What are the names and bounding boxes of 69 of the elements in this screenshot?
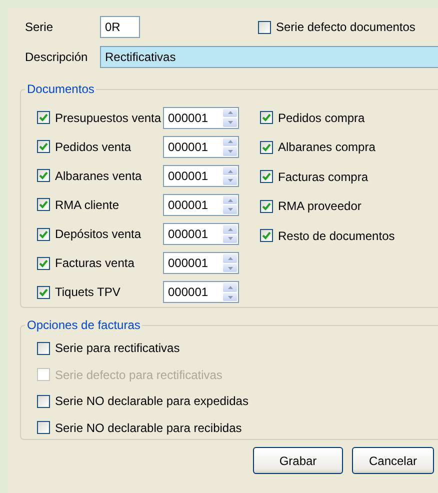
checkbox-label: Serie defecto documentos (276, 20, 416, 34)
checkbox-label: Serie NO declarable para recibidas (55, 420, 242, 434)
group-title: Opciones de facturas (26, 318, 142, 332)
series-input[interactable]: 0R (100, 16, 140, 38)
caret-down-icon (228, 296, 232, 299)
caret-down-icon (228, 208, 232, 212)
checkbox-label: Tiquets TPV (55, 285, 120, 300)
checkbox[interactable] (37, 169, 50, 182)
checkbox[interactable] (37, 111, 50, 124)
checkbox[interactable] (37, 198, 50, 212)
checkbox-label: Resto de documentos (278, 228, 395, 243)
field-label: Serie (24, 20, 54, 34)
checkbox-label: Albaranes venta (55, 168, 142, 183)
spin-up-button[interactable] (223, 138, 237, 146)
checkbox-label: Serie para rectificativas (55, 341, 180, 355)
caret-up-icon (228, 170, 232, 173)
caret-up-icon (228, 198, 232, 202)
checkbox[interactable] (37, 228, 50, 241)
checkbox[interactable] (260, 229, 273, 242)
spin-down-button[interactable] (223, 292, 237, 302)
checkbox[interactable] (37, 286, 50, 299)
spin-up-button[interactable] (223, 108, 237, 118)
checkbox[interactable] (260, 111, 273, 124)
checkbox-label: Presupuestos venta (55, 110, 162, 125)
checkbox-label: RMA proveedor (278, 199, 362, 214)
caret-up-icon (228, 286, 232, 290)
checkbox-label: Facturas venta (55, 256, 134, 270)
counter-value: 000001 (167, 168, 210, 185)
checkbox[interactable] (260, 140, 273, 154)
caret-up-icon (228, 257, 232, 260)
counter-value: 000001 (167, 226, 210, 244)
counter-value: 000001 (167, 110, 210, 127)
counter-value: 000001 (167, 196, 210, 214)
caret-up-icon (228, 140, 232, 144)
spin-down-button[interactable] (223, 234, 237, 244)
checkbox-label: Pedidos compra (278, 110, 365, 125)
checkbox-label: Albaranes compra (278, 140, 376, 154)
spin-up-button[interactable] (223, 166, 237, 176)
checkbox[interactable] (258, 20, 271, 34)
caret-up-icon (228, 228, 232, 231)
save-button[interactable]: Grabar (253, 447, 343, 474)
checkbox[interactable] (37, 140, 50, 154)
checkbox-label: Depósitos venta (55, 227, 142, 242)
caret-up-icon (228, 111, 232, 114)
caret-down-icon (228, 266, 232, 270)
cancel-button[interactable]: Cancelar (352, 447, 434, 474)
spin-down-button[interactable] (223, 264, 237, 272)
checkbox-label: Serie defecto para rectificativas (55, 368, 222, 382)
checkbox-label: Pedidos venta (55, 140, 132, 154)
spin-up-button[interactable] (223, 196, 237, 204)
checkbox[interactable] (37, 256, 50, 270)
caret-down-icon (228, 237, 232, 240)
checkbox[interactable] (37, 342, 50, 354)
checkbox[interactable] (37, 421, 50, 434)
field-label: Descripción (24, 50, 89, 64)
description-input[interactable]: Rectificativas (100, 46, 438, 68)
checkbox[interactable] (260, 170, 273, 184)
checkbox[interactable] (260, 200, 273, 213)
counter-value: 000001 (167, 138, 210, 156)
caret-down-icon (228, 150, 232, 153)
caret-down-icon (228, 120, 232, 124)
checkbox-label: Serie NO declarable para expedidas (55, 394, 248, 408)
checkbox-label: RMA cliente (55, 198, 120, 212)
counter-value: 000001 (167, 255, 210, 272)
checkbox-label: Facturas compra (278, 170, 368, 184)
counter-value: 000001 (167, 284, 210, 302)
checkbox[interactable] (37, 394, 50, 408)
group-title: Documentos (26, 82, 96, 96)
caret-down-icon (228, 179, 232, 182)
